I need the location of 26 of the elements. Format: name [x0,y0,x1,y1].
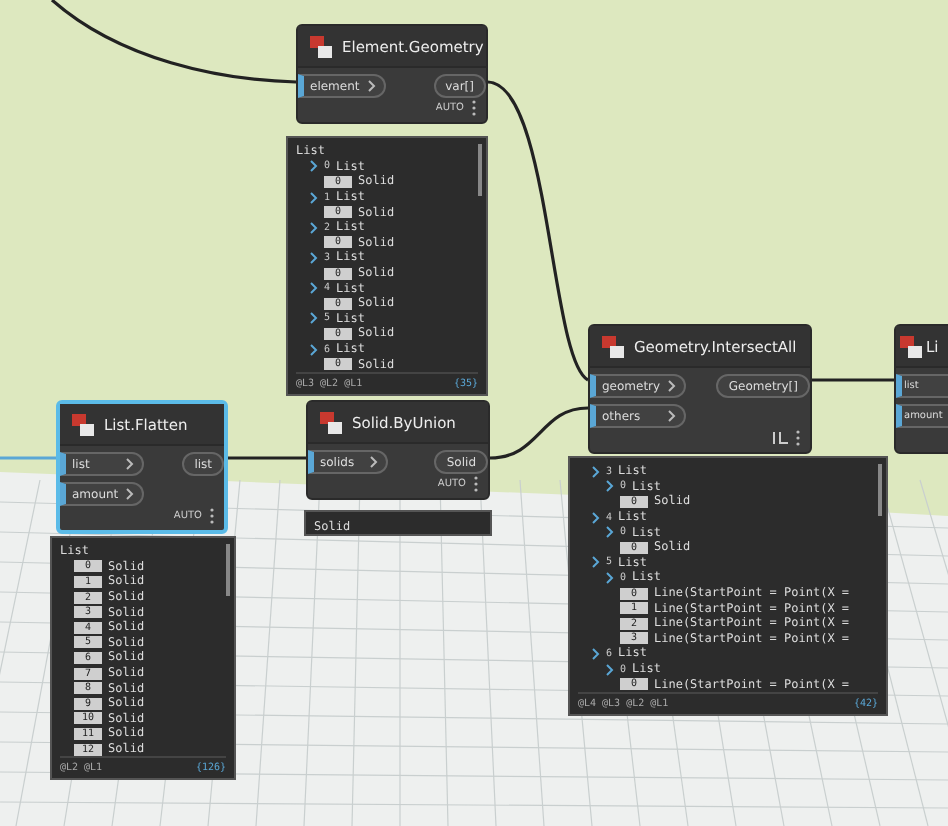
node-icon [602,335,624,357]
chevron-icon[interactable] [310,251,318,264]
node-icon [900,335,922,357]
lacing-icon[interactable] [772,432,788,444]
scrollbar[interactable] [478,144,482,196]
chevron-icon[interactable] [310,312,318,325]
chevron-icon[interactable] [310,191,318,204]
chevron-icon [370,456,378,468]
chevron-icon[interactable] [310,343,318,356]
wire [0,456,56,460]
wire [228,456,306,460]
chevron-icon [668,410,677,422]
chevron-icon[interactable] [310,160,318,173]
chevron-icon [668,380,677,392]
node-icon [72,413,94,435]
scrollbar[interactable] [878,464,882,516]
node-icon [310,35,332,57]
wire [812,378,894,382]
chevron-icon [126,488,135,500]
node-icon [320,411,342,433]
chevron-icon [126,458,135,470]
chevron-icon [367,80,376,92]
scrollbar[interactable] [226,544,230,596]
chevron-icon[interactable] [310,221,318,234]
wire [489,406,589,460]
chevron-icon[interactable] [310,282,318,295]
